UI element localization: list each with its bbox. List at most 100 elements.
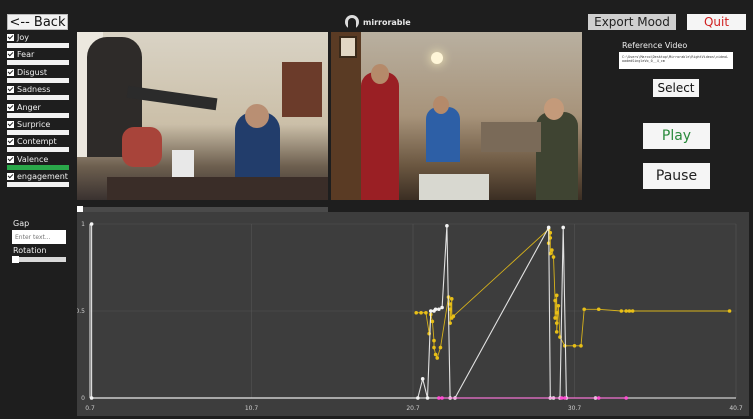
emotion-label: Anger [17,102,41,112]
video1-child-face [245,104,269,128]
video2-picture [339,36,357,58]
emotion-chart: 0.7 10.7 20.7 30.7 40.7 0 0.5 1 [77,212,749,416]
emotion-checkbox[interactable] [7,120,14,128]
emotion-label: Joy [17,33,29,42]
series-point-0 [433,352,438,357]
emotion-label: Disgust [17,67,48,77]
series-point-0 [414,310,419,315]
series-point-0 [554,310,559,315]
video2-face-center [433,96,449,114]
series-point-0 [627,309,632,313]
gap-label: Gap [13,219,30,228]
emotion-label: Sadness [17,85,51,95]
series-point-1 [425,396,430,400]
emotion-checkbox[interactable] [7,103,14,111]
emotion-checkbox[interactable] [7,51,14,59]
emotion-label: Fear [17,50,35,60]
video1-cabinet [282,62,322,117]
reference-video-label: Reference Video [622,41,688,50]
emotion-checkbox[interactable] [7,173,14,181]
series-point-2 [624,396,628,400]
rotation-slider-handle[interactable] [12,256,19,263]
series-point-0 [424,310,428,315]
series-point-1 [561,225,565,230]
series-point-0 [553,298,557,303]
video2-lamp [431,52,443,64]
select-button[interactable]: Select [653,79,699,97]
play-button[interactable]: Play [643,123,710,149]
emotion-item-surprice: Surprice [7,120,71,137]
series-point-2 [563,396,567,400]
emotion-item-engagement: engagement [7,172,71,189]
series-point-0 [630,309,635,313]
series-point-0 [435,356,440,360]
video1-children-group [122,127,162,167]
reference-path-field[interactable]: C:\Users\Marco\Desktop\Mirrorable\RightV… [619,52,733,69]
emotion-item-anger: Anger [7,103,71,120]
series-point-1 [445,223,449,228]
video2-person-right [536,112,578,200]
emotion-level-bar [7,182,69,188]
series-point-0 [553,316,557,320]
gap-input[interactable] [12,230,66,244]
emotion-level-bar [7,129,69,135]
emotion-level-bar [7,112,69,118]
rotation-slider[interactable] [12,256,66,263]
emotion-item-fear: Fear [7,50,71,67]
emotion-level-bar [7,95,69,101]
series-point-0 [430,319,435,324]
emotion-checkbox[interactable] [7,155,14,163]
emotion-checkbox[interactable] [7,138,14,146]
series-point-0 [619,309,624,313]
series-point-2 [440,396,444,400]
emotion-level-bar [7,77,69,83]
emotion-checkbox[interactable] [7,34,14,41]
series-point-2 [596,396,601,400]
video2-face-right [544,98,564,120]
series-point-1 [89,396,94,400]
series-point-0 [554,293,559,298]
series-point-0 [624,309,628,313]
x-tick-label: 10.7 [245,405,259,412]
back-button[interactable]: <-- Back [7,14,68,30]
series-point-1 [440,305,444,310]
series-point-0 [727,309,732,313]
series-point-0 [572,344,577,348]
emotion-checkbox[interactable] [7,68,14,76]
series-point-2 [437,396,441,400]
series-point-0 [432,345,436,350]
reference-video [331,32,582,200]
x-tick-label: 0.7 [85,405,95,412]
chart-svg: 0.7 10.7 20.7 30.7 40.7 0 0.5 1 [77,221,743,412]
series-point-0 [438,345,443,350]
emotion-level-bar [7,164,69,170]
webcam-video [77,32,328,200]
emotion-level-bar [7,60,69,66]
emotion-level-bar [7,147,69,153]
series-point-0 [579,344,583,348]
video2-person-blue [426,107,460,162]
app-window: <-- Back mirrorable Export Mood Quit Joy… [0,0,753,419]
series-line-0 [416,228,730,360]
emotion-label: Surprice [17,119,51,129]
series-point-1 [89,222,94,226]
video2-face-left [371,64,389,84]
series-point-1 [428,309,433,313]
quit-button[interactable]: Quit [687,14,746,30]
emotion-checkbox[interactable] [7,86,14,94]
series-point-1 [416,396,420,400]
emotion-checklist: Joy Fear Disgust Sadness Anger Surprice Contem… [7,33,71,190]
emotion-item-contempt: Contempt [7,137,71,154]
series-point-0 [556,303,561,308]
series-point-1 [546,225,551,230]
x-tick-label: 30.7 [568,405,582,412]
export-mood-button[interactable]: Export Mood [588,14,676,30]
series-point-1 [420,377,425,381]
emotion-item-disgust: Disgust [7,68,71,85]
series-point-0 [554,321,559,325]
pause-button[interactable]: Pause [643,163,710,189]
series-point-0 [449,297,454,301]
series-point-0 [551,255,556,259]
series-point-1 [433,307,438,312]
video2-table [419,174,489,200]
